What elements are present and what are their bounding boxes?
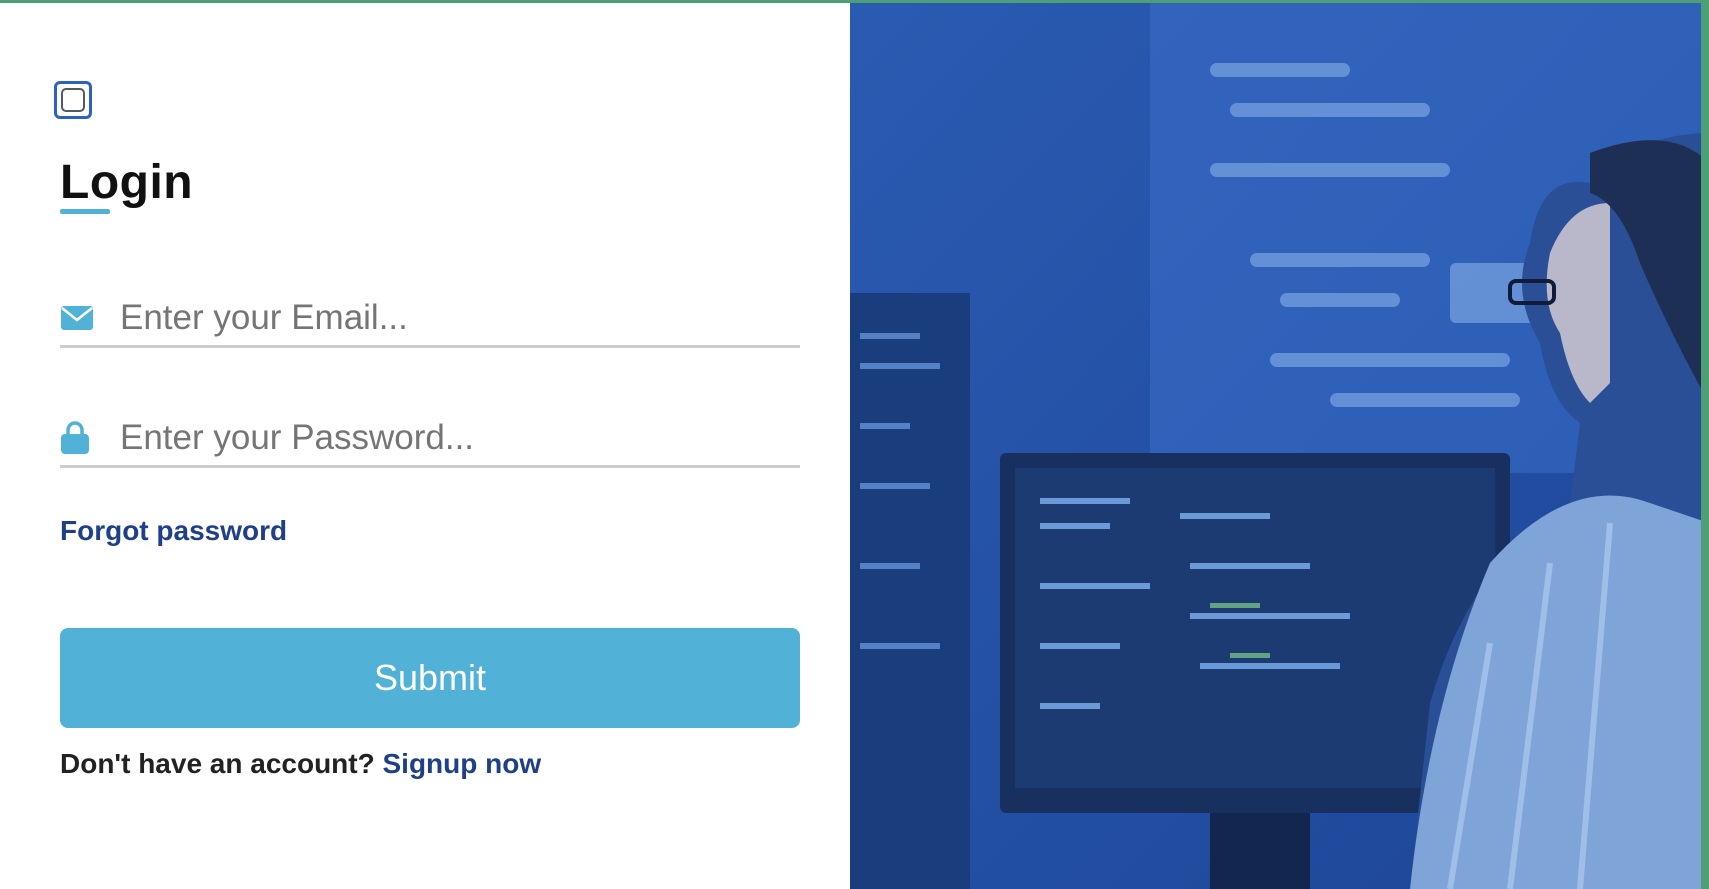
hero-image xyxy=(850,3,1709,889)
password-input[interactable] xyxy=(120,412,780,463)
lock-icon xyxy=(60,418,120,458)
title-underline xyxy=(60,209,110,214)
email-input[interactable] xyxy=(120,292,780,343)
email-field xyxy=(60,290,800,348)
submit-button[interactable]: Submit xyxy=(60,628,800,728)
envelope-icon xyxy=(60,298,120,338)
login-page: Login Forgot password Submit xyxy=(0,3,1709,889)
password-field xyxy=(60,410,800,468)
right-edge xyxy=(1701,3,1709,889)
signup-link[interactable]: Signup now xyxy=(382,748,541,779)
signup-prompt-text: Don't have an account? xyxy=(60,748,375,779)
signup-prompt: Don't have an account? Signup now xyxy=(60,748,541,780)
forgot-password-link[interactable]: Forgot password xyxy=(60,515,287,547)
page-title: Login xyxy=(60,156,194,209)
login-form-panel: Login Forgot password Submit xyxy=(0,3,850,889)
checkbox-inner xyxy=(61,88,85,112)
checkbox-icon[interactable] xyxy=(54,81,92,119)
developer-at-monitors-illustration xyxy=(850,3,1709,889)
